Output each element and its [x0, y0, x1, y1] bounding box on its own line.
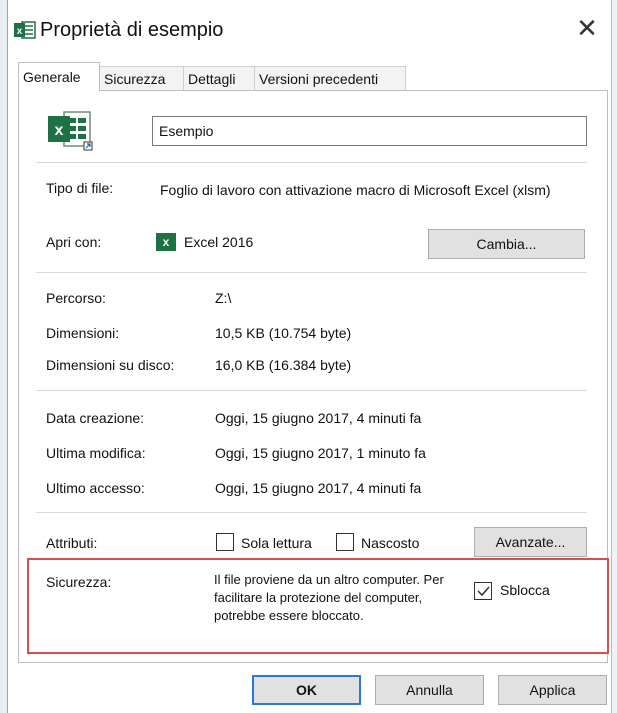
security-message: Il file proviene da un altro computer. P… [214, 572, 444, 623]
file-name-input[interactable]: Esempio [152, 116, 587, 146]
readonly-label[interactable]: Sola lettura [241, 535, 312, 551]
security-label: Sicurezza: [46, 574, 112, 590]
title-bar[interactable]: x Proprietà di esempio ✕ [8, 0, 611, 52]
tab-versioni-precedenti[interactable]: Versioni precedenti [254, 66, 406, 90]
change-button[interactable]: Cambia... [428, 229, 585, 259]
excel-file-icon: x [14, 20, 36, 40]
window-left-border [0, 0, 8, 713]
created-value: Oggi, 15 giugno 2017, 4 minuti fa [215, 410, 422, 426]
checkmark-icon [477, 586, 490, 597]
location-value: Z:\ [215, 290, 232, 306]
divider [36, 272, 587, 273]
window-title: Proprietà di esempio [40, 19, 224, 41]
divider [36, 162, 587, 163]
window-right-border [611, 0, 617, 713]
unblock-label[interactable]: Sblocca [500, 582, 550, 598]
size-on-disk-value: 16,0 KB (16.384 byte) [215, 357, 352, 373]
modified-value: Oggi, 15 giugno 2017, 1 minuto fa [215, 445, 426, 461]
advanced-button[interactable]: Avanzate... [474, 527, 587, 557]
divider [36, 390, 587, 391]
modified-label: Ultima modifica: [46, 445, 146, 461]
tab-dettagli[interactable]: Dettagli [183, 66, 255, 90]
apply-button[interactable]: Applica [498, 675, 607, 705]
opens-with-label: Apri con: [46, 234, 102, 250]
file-type-label: Tipo di file: [46, 180, 114, 196]
ok-button[interactable]: OK [252, 675, 361, 705]
svg-text:x: x [17, 26, 23, 37]
tab-sicurezza[interactable]: Sicurezza [99, 66, 184, 90]
accessed-value: Oggi, 15 giugno 2017, 4 minuti fa [215, 480, 422, 496]
created-label: Data creazione: [46, 410, 145, 426]
file-type-value: Foglio di lavoro con attivazione macro d… [160, 182, 551, 198]
divider [36, 512, 587, 513]
hidden-label[interactable]: Nascosto [361, 535, 419, 551]
tab-generale[interactable]: Generale [18, 62, 100, 91]
svg-text:x: x [55, 122, 64, 139]
size-label: Dimensioni: [46, 325, 120, 341]
excel-app-icon: x [156, 233, 176, 251]
unblock-checkbox[interactable] [474, 582, 492, 600]
accessed-label: Ultimo accesso: [46, 480, 145, 496]
excel-file-icon: x [46, 108, 96, 152]
readonly-checkbox[interactable] [216, 533, 234, 551]
tab-strip: Generale Sicurezza Dettagli Versioni pre… [18, 62, 608, 92]
cancel-button[interactable]: Annulla [375, 675, 484, 705]
size-on-disk-label: Dimensioni su disco: [46, 357, 175, 373]
hidden-checkbox[interactable] [336, 533, 354, 551]
opens-with-value: Excel 2016 [184, 234, 254, 250]
attributes-label: Attributi: [46, 535, 98, 551]
location-label: Percorso: [46, 290, 106, 306]
size-value: 10,5 KB (10.754 byte) [215, 325, 352, 341]
close-icon[interactable]: ✕ [571, 12, 603, 44]
